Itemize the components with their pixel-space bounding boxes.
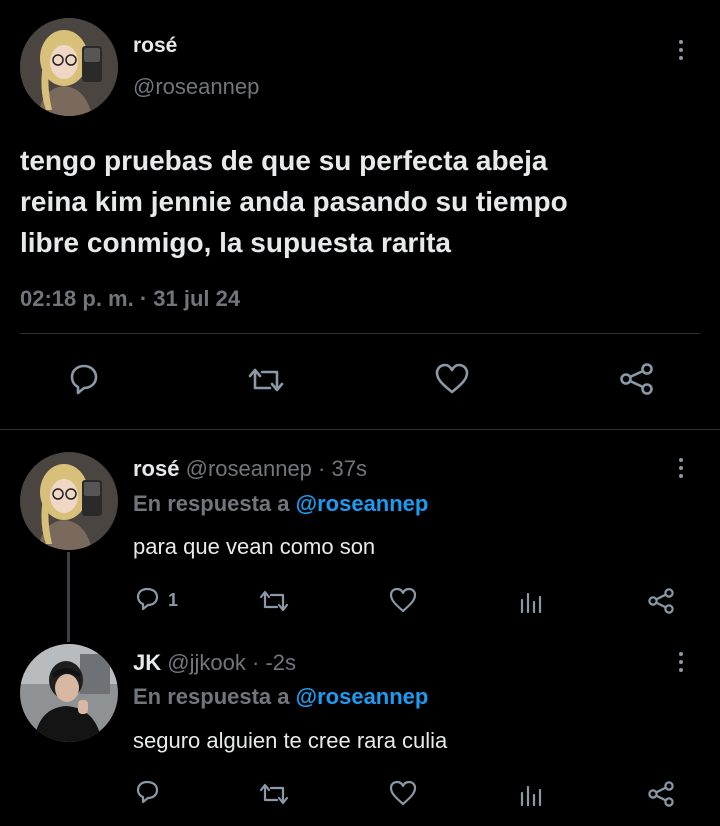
avatar[interactable] xyxy=(20,18,118,116)
share-icon[interactable] xyxy=(646,587,676,615)
handle-time[interactable]: @roseannep · 37s xyxy=(186,456,367,481)
tweet-text: tengo pruebas de que su perfecta abeja r… xyxy=(20,140,700,263)
reply-icon[interactable] xyxy=(134,586,162,612)
share-icon[interactable] xyxy=(646,780,676,808)
display-name[interactable]: rosé xyxy=(133,456,179,481)
handle-time[interactable]: @jjkook · -2s xyxy=(167,650,296,675)
reply-context: En respuesta a @roseannep xyxy=(133,684,428,710)
retweet-icon[interactable] xyxy=(258,781,290,807)
like-icon[interactable] xyxy=(388,587,418,613)
reply-context: En respuesta a @roseannep xyxy=(133,491,428,517)
reply-prefix: En respuesta a xyxy=(133,684,296,709)
reply-icon[interactable] xyxy=(134,779,162,805)
divider xyxy=(20,333,700,334)
avatar-photo xyxy=(20,18,118,116)
reply-to-link[interactable]: @roseannep xyxy=(296,491,429,516)
reply-count: 1 xyxy=(168,590,179,610)
section-divider xyxy=(0,429,720,430)
more-vertical-icon[interactable] xyxy=(678,458,684,478)
like-icon[interactable] xyxy=(388,780,418,806)
tweet-text-line: libre conmigo, la supuesta rarita xyxy=(20,227,452,258)
more-vertical-icon[interactable] xyxy=(678,652,684,672)
reply-prefix: En respuesta a xyxy=(133,491,296,516)
reply-icon[interactable] xyxy=(66,362,102,396)
tweet-text-line: reina kim jennie anda pasando su tiempo xyxy=(20,186,568,217)
retweet-icon[interactable] xyxy=(258,588,290,614)
avatar-photo xyxy=(20,644,118,742)
more-vertical-icon[interactable] xyxy=(678,40,684,60)
reply-text: seguro alguien te cree rara culia xyxy=(133,728,448,753)
retweet-icon[interactable] xyxy=(246,364,286,396)
views-icon[interactable] xyxy=(518,781,544,807)
views-icon[interactable] xyxy=(518,588,544,614)
like-icon[interactable] xyxy=(434,363,470,395)
reply-text: para que vean como son xyxy=(133,534,376,559)
avatar[interactable] xyxy=(20,452,118,550)
handle[interactable]: @roseannep xyxy=(133,74,259,100)
reply-header: rosé @roseannep · 37s xyxy=(133,456,367,482)
thread-line xyxy=(67,552,70,642)
display-name[interactable]: rosé xyxy=(133,34,177,58)
display-name[interactable]: JK xyxy=(133,650,161,675)
reply-to-link[interactable]: @roseannep xyxy=(296,684,429,709)
avatar[interactable] xyxy=(20,644,118,742)
share-icon[interactable] xyxy=(618,362,656,396)
avatar-photo xyxy=(20,452,118,550)
reply-header: JK @jjkook · -2s xyxy=(133,650,296,676)
timestamp[interactable]: 02:18 p. m. · 31 jul 24 xyxy=(20,286,240,312)
tweet-text-line: tengo pruebas de que su perfecta abeja xyxy=(20,145,548,176)
